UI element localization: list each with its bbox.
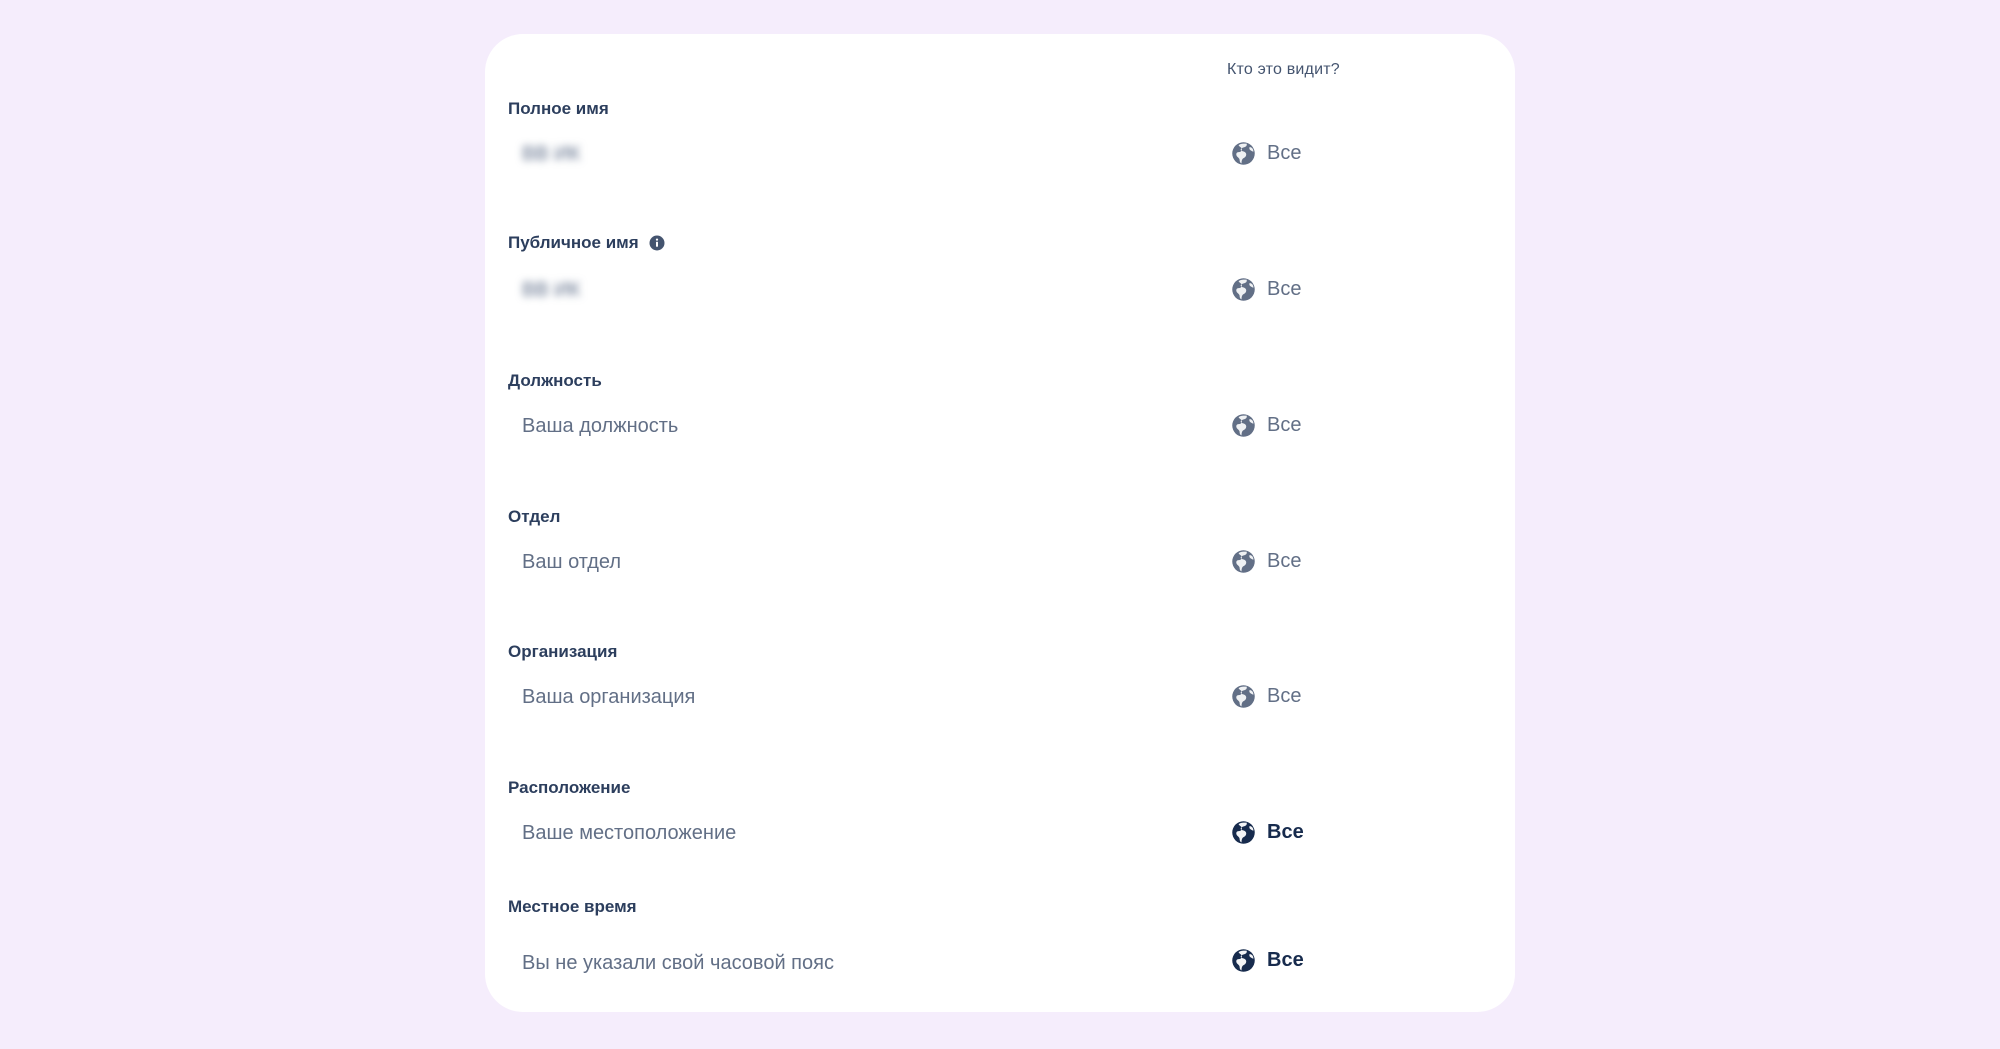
location-label-text: Расположение [508, 778, 631, 797]
full-name-label: Полное имя [508, 99, 609, 119]
public-name-label-text: Публичное имя [508, 233, 639, 252]
organization-value[interactable]: Ваша организация [522, 686, 695, 709]
local-time-label: Местное время [508, 897, 637, 917]
local-time-visibility-label: Все [1267, 949, 1304, 971]
who-sees-header: Кто это видит? [1227, 61, 1340, 78]
organization-visibility-label: Все [1267, 685, 1302, 707]
location-visibility-selector[interactable]: Все [1230, 819, 1304, 846]
public-name-value[interactable]: ВВ ИК [522, 279, 580, 302]
department-label-text: Отдел [508, 507, 561, 526]
location-label: Расположение [508, 778, 630, 798]
public-name-visibility-label: Все [1267, 278, 1302, 300]
job-title-visibility-selector[interactable]: Все [1230, 412, 1301, 439]
department-visibility-label: Все [1267, 550, 1302, 572]
public-name-label: Публичное имя [508, 233, 665, 253]
department-visibility-selector[interactable]: Все [1230, 548, 1301, 575]
local-time-label-text: Местное время [508, 897, 637, 916]
local-time-visibility-selector[interactable]: Все [1230, 947, 1304, 974]
full-name-visibility-label: Все [1267, 142, 1302, 164]
globe-icon [1232, 414, 1255, 437]
profile-visibility-card: Кто это видит? Полное имя ВВ ИК Все Публ… [485, 34, 1515, 1012]
location-value[interactable]: Ваше местоположение [522, 822, 736, 845]
job-title-value[interactable]: Ваша должность [522, 415, 678, 438]
full-name-label-text: Полное имя [508, 99, 609, 118]
globe-icon [1232, 949, 1255, 972]
department-label: Отдел [508, 507, 560, 527]
department-value[interactable]: Ваш отдел [522, 551, 621, 574]
job-title-visibility-label: Все [1267, 414, 1302, 436]
local-time-value[interactable]: Вы не указали свой часовой пояс [522, 952, 834, 975]
globe-icon [1232, 821, 1255, 844]
job-title-label-text: Должность [508, 371, 602, 390]
organization-visibility-selector[interactable]: Все [1230, 683, 1301, 710]
full-name-visibility-selector[interactable]: Все [1230, 140, 1301, 167]
info-icon[interactable] [649, 235, 665, 251]
globe-icon [1232, 685, 1255, 708]
organization-label: Организация [508, 642, 617, 662]
full-name-value[interactable]: ВВ ИК [522, 143, 580, 166]
globe-icon [1232, 142, 1255, 165]
location-visibility-label: Все [1267, 821, 1304, 843]
globe-icon [1232, 550, 1255, 573]
public-name-visibility-selector[interactable]: Все [1230, 276, 1301, 303]
job-title-label: Должность [508, 371, 602, 391]
organization-label-text: Организация [508, 642, 618, 661]
globe-icon [1232, 278, 1255, 301]
